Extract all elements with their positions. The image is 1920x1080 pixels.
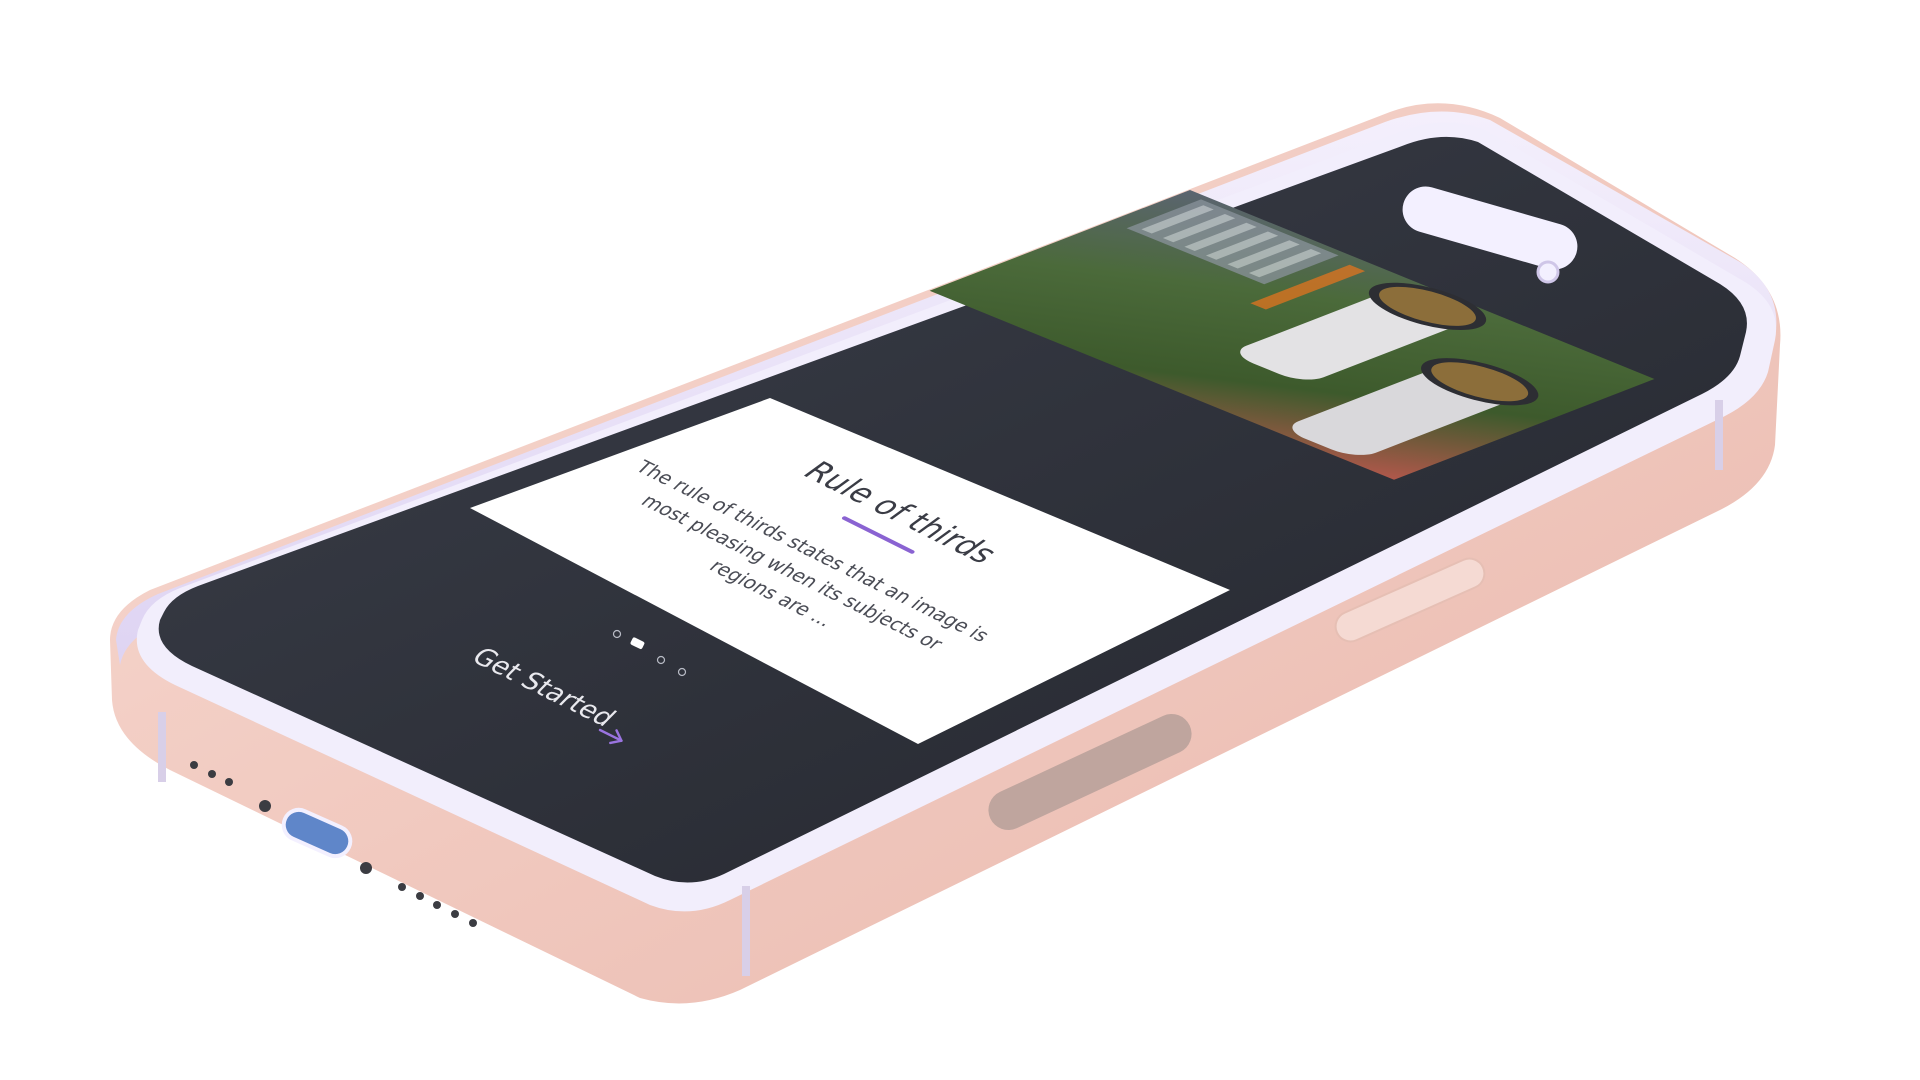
- antenna-band: [1715, 400, 1723, 470]
- stage: Rule of thirds The rule of thirds states…: [0, 0, 1920, 1080]
- screw-icon: [360, 862, 372, 874]
- screw-icon: [259, 800, 271, 812]
- antenna-band: [158, 712, 166, 782]
- camera-icon: [1536, 260, 1560, 284]
- antenna-band: [742, 886, 750, 976]
- phone-mockup: Rule of thirds The rule of thirds states…: [110, 103, 1781, 1004]
